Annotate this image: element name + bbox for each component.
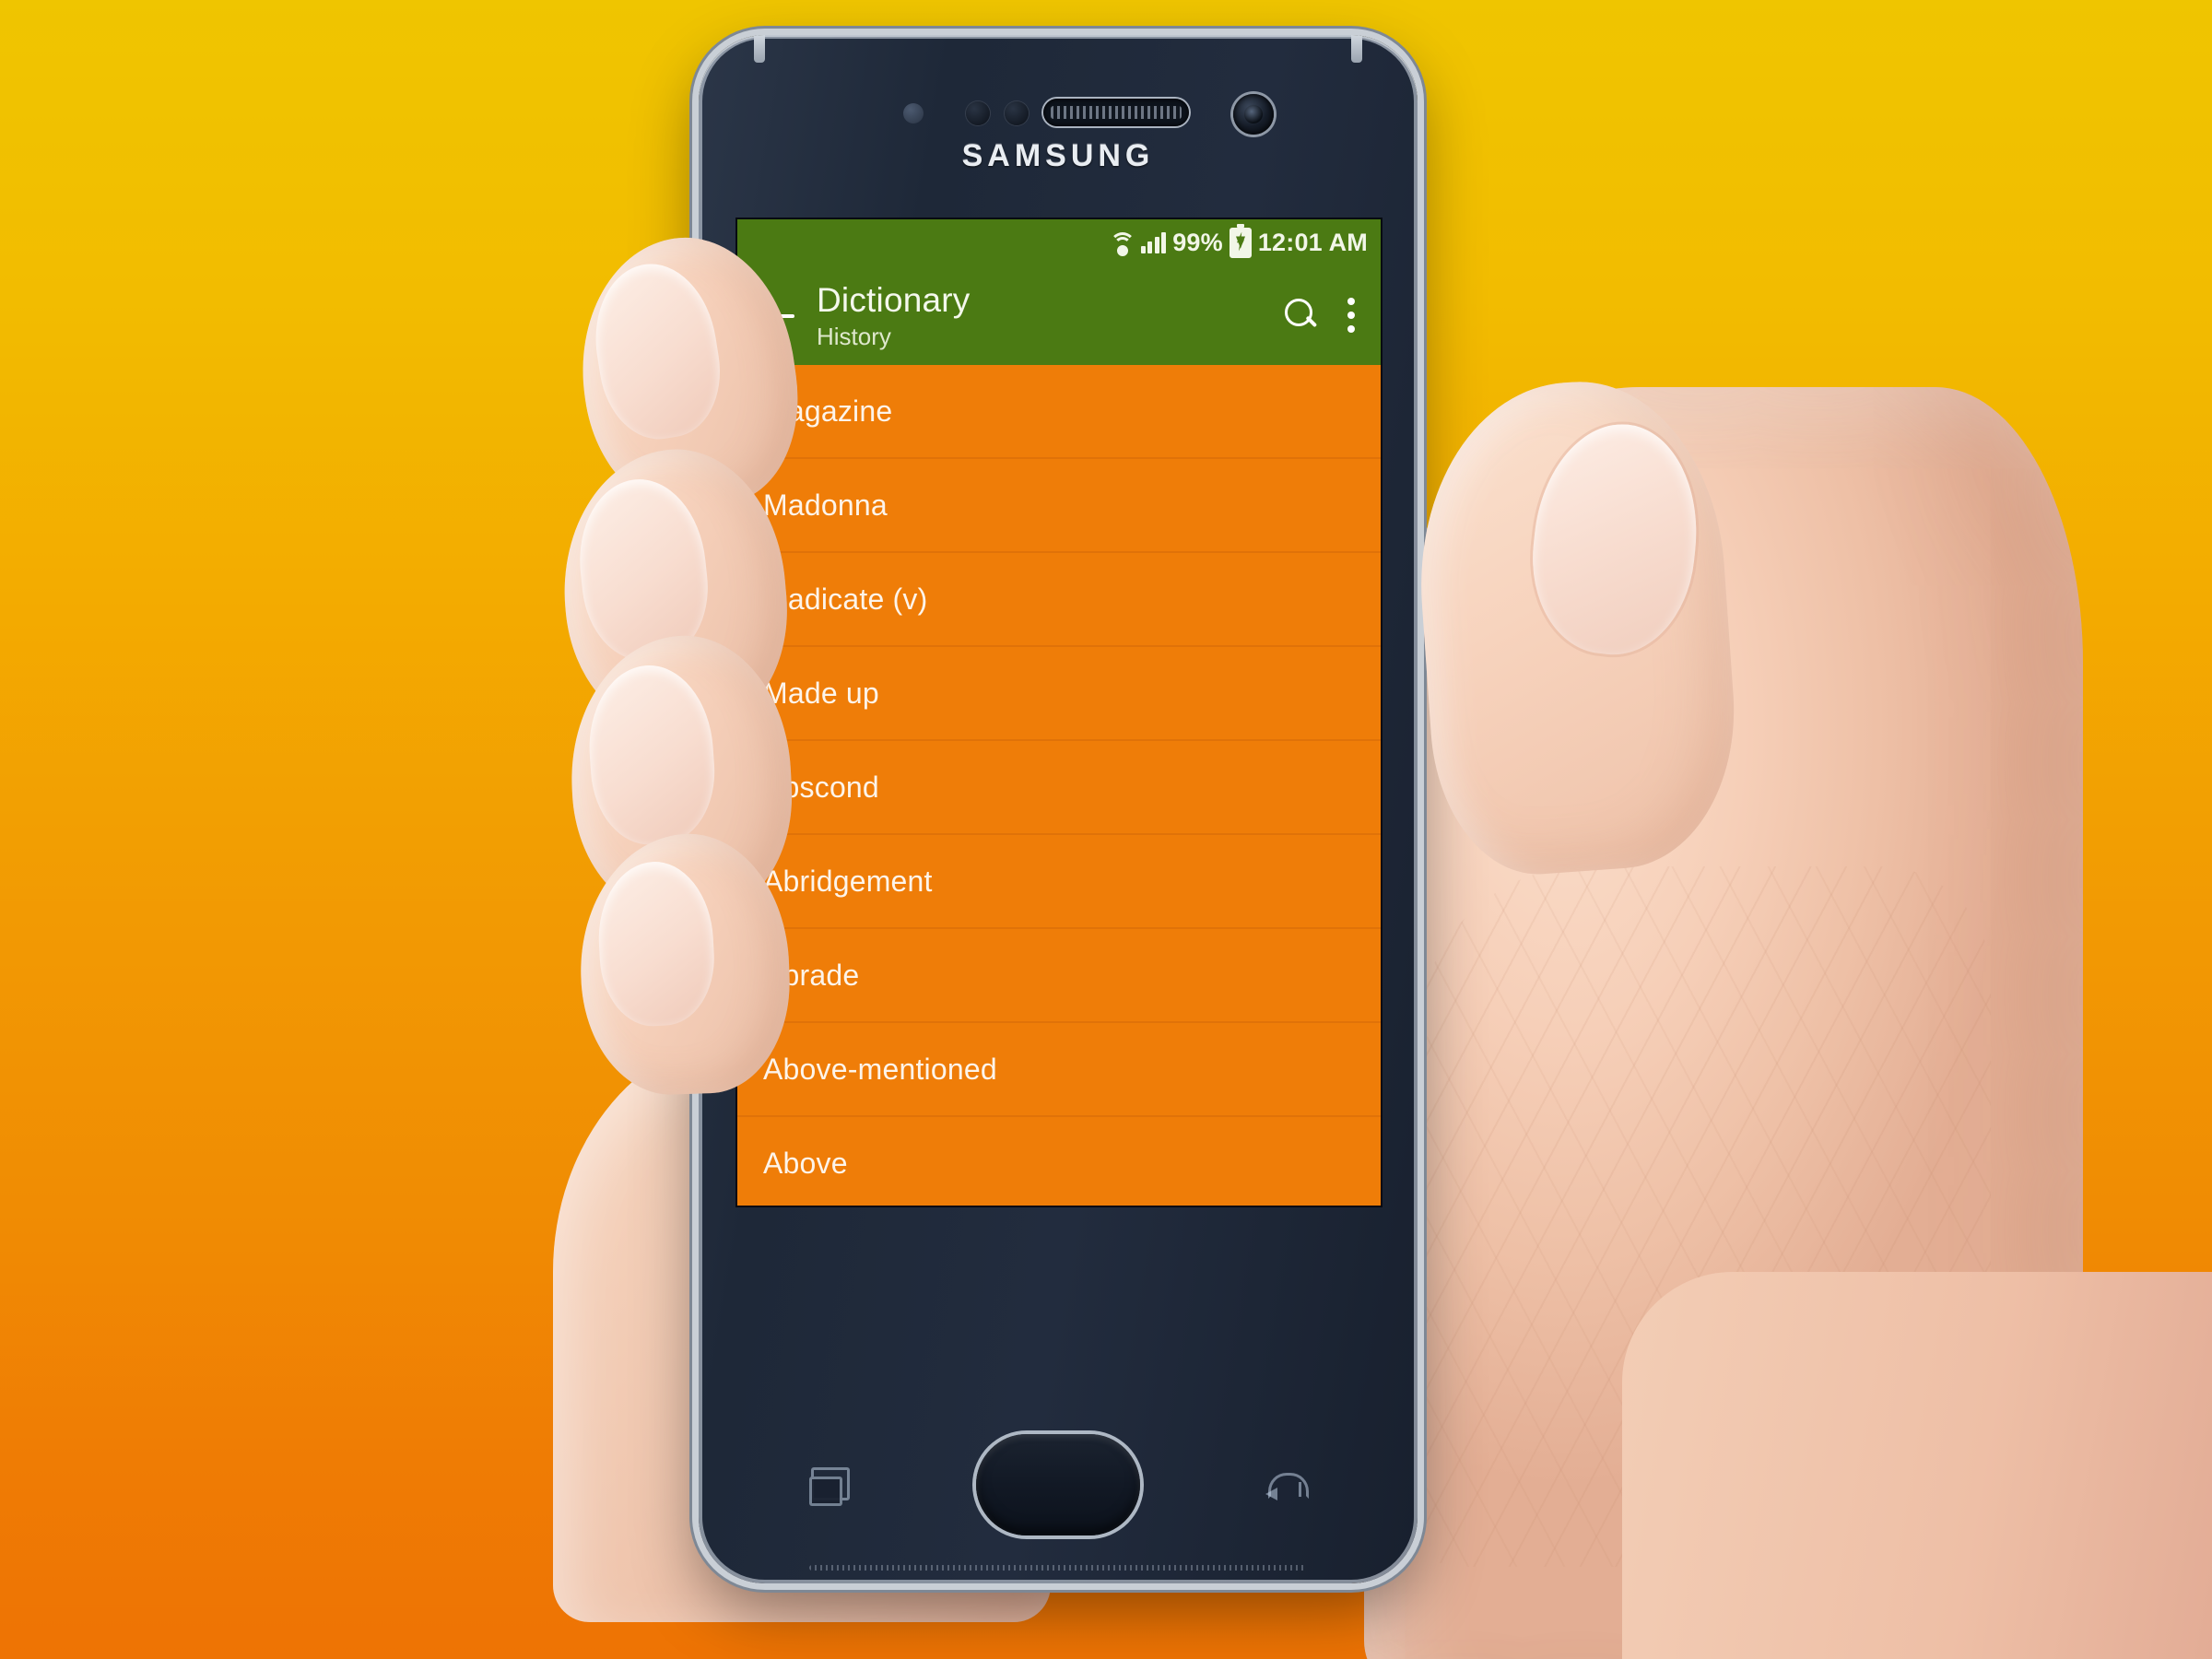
foreground-fingers xyxy=(0,0,2212,1659)
screenshot-stage: SAMSUNG 99% 12:01 AM Dictionary History xyxy=(0,0,2212,1659)
